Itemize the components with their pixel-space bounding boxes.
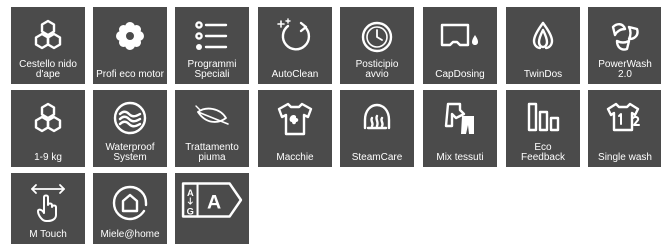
feature-label: Mix tessuti: [436, 152, 484, 163]
feature-label: 1-9 kg: [34, 152, 62, 163]
load-capacity-icon: [34, 102, 62, 133]
feature-label: Waterproof System: [105, 142, 155, 163]
feature-label: Single wash: [598, 152, 652, 163]
feature-tile-load-capacity: 1-9 kg: [11, 90, 85, 167]
energy-scale-top: A: [187, 188, 194, 198]
autoclean-icon: [277, 18, 311, 51]
feature-tile-programmi-speciali: Programmi Speciali: [175, 7, 249, 84]
feature-tile-trattamento-piuma: Trattamento piuma: [175, 90, 249, 167]
feature-tile-single-wash: Single wash: [588, 90, 661, 167]
feature-label: CapDosing: [435, 69, 485, 80]
mixed-fabrics-icon: [444, 102, 474, 134]
feature-tile-waterproof-system: Waterproof System: [93, 90, 167, 167]
feature-label: Miele@home: [100, 229, 160, 240]
miele-home-icon: [112, 185, 148, 221]
feature-tile-miele-home: Miele@home: [93, 173, 167, 244]
feature-icon: [195, 105, 229, 125]
feature-label: Cestello nido d'ape: [19, 59, 77, 80]
feature-tile-steamcare: SteamCare: [340, 90, 414, 167]
feature-label: SteamCare: [351, 152, 403, 163]
feature-tile-powerwash: PowerWash 2.0: [588, 7, 661, 84]
capdosing-icon: [440, 23, 478, 47]
touch-swipe-icon: [31, 184, 65, 222]
energy-scale-bottom: G: [187, 206, 194, 216]
energy-class: A: [207, 191, 221, 213]
feature-tile-macchie: Macchie: [258, 90, 332, 167]
program-list-icon: [195, 21, 228, 50]
feature-label: Macchie: [276, 152, 314, 163]
feature-tile-profi-eco-motor: Profi eco motor: [93, 7, 167, 84]
feature-label: Programmi Speciali: [187, 59, 237, 80]
energy-label-icon: A G A: [181, 182, 243, 218]
feature-label: PowerWash 2.0: [598, 59, 652, 80]
feature-tile-autoclean: AutoClean: [258, 7, 332, 84]
gear-motor-icon: [116, 22, 144, 50]
eco-feedback-icon: [527, 102, 560, 132]
stain-shirt-icon: [277, 102, 313, 136]
single-wash-icon: [606, 102, 640, 132]
feature-label: Posticipio avvio: [355, 59, 399, 80]
feature-tile-capdosing: CapDosing: [423, 7, 497, 84]
feature-label: Trattamento piuma: [185, 142, 239, 163]
feature-label: M Touch: [29, 229, 67, 240]
feature-tile-honeycomb-drum: Cestello nido d'ape: [11, 7, 85, 84]
feature-label: Eco Feedback: [521, 142, 565, 163]
twindos-icon: [532, 21, 554, 50]
feature-tile-twindos: TwinDos: [506, 7, 580, 84]
feature-label: TwinDos: [523, 69, 563, 80]
feature-label: AutoClean: [271, 69, 319, 80]
delay-start-clock-icon: [361, 21, 393, 53]
waterproof-icon: [113, 101, 147, 135]
feature-tile-energy-label: A G A: [175, 173, 249, 244]
feature-label: Profi eco motor: [96, 69, 164, 80]
powerwash-icon: [611, 23, 639, 51]
feature-tile-posticipio-avvio: Posticipio avvio: [340, 7, 414, 84]
feature-tile-m-touch: M Touch: [11, 173, 85, 244]
honeycomb-drum-icon: [34, 19, 62, 50]
feature-tile-eco-feedback: Eco Feedback: [506, 90, 580, 167]
steam-shirt-icon: [363, 103, 391, 130]
feature-tile-mix-tessuti: Mix tessuti: [423, 90, 497, 167]
